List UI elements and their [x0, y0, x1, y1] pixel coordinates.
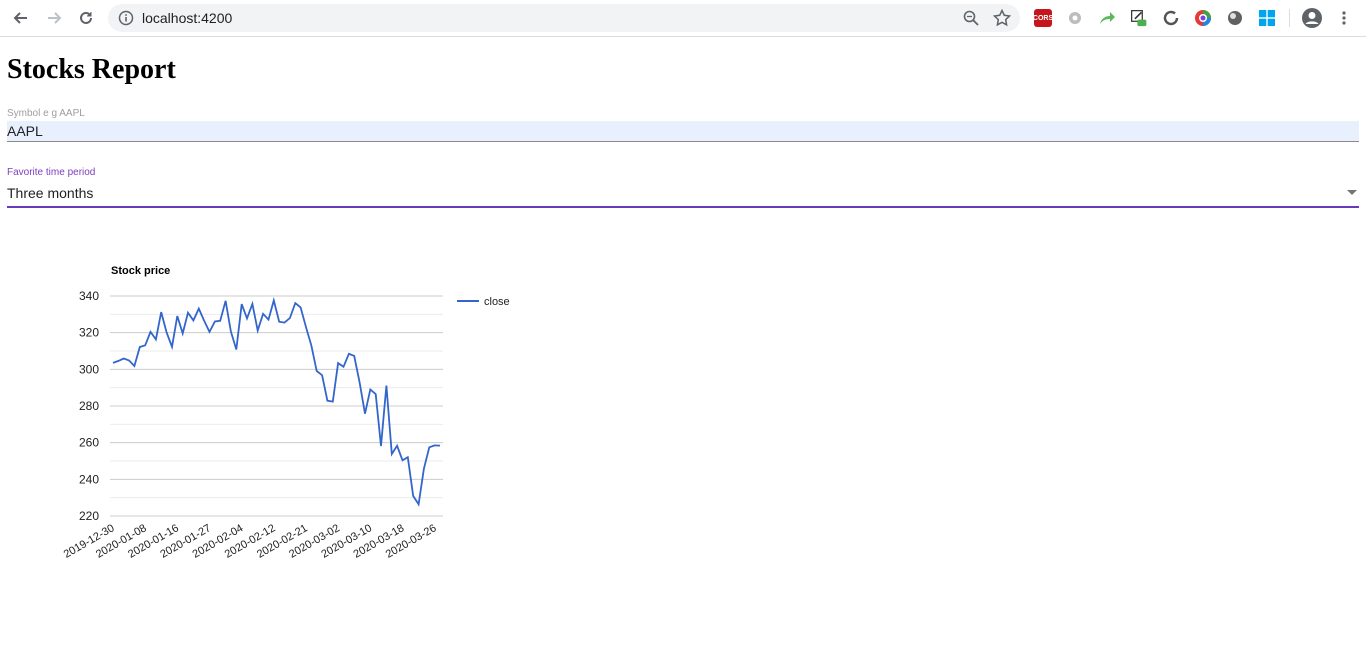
page-title: Stocks Report: [7, 54, 176, 85]
stock-price-chart: Stock price 220240260280300320340 2019-1…: [62, 265, 510, 561]
edit-pencil-icon: [1131, 10, 1147, 27]
forward-button[interactable]: [42, 6, 66, 30]
chart-title: Stock price: [111, 265, 170, 277]
profile-avatar-icon: [1302, 8, 1322, 28]
grey-gear-icon: [1069, 12, 1081, 24]
legend: close: [457, 296, 510, 308]
time-period-select[interactable]: Three months: [7, 183, 1359, 208]
refresh-circle-icon: [1163, 10, 1179, 26]
refresh-extension-icon[interactable]: [1162, 9, 1180, 27]
series-line-close: [112, 296, 441, 507]
y-tick-label: 320: [79, 326, 99, 340]
zoom-icon[interactable]: [962, 9, 980, 27]
url-text[interactable]: localhost:4200: [142, 10, 232, 26]
more-vertical-icon: [1342, 11, 1346, 25]
profile-button[interactable]: [1300, 6, 1324, 30]
y-tick-label: 300: [79, 362, 99, 376]
color-wheel-icon: [1195, 10, 1211, 26]
dark-circle-extension-icon[interactable]: [1226, 9, 1244, 27]
windows-logo-icon: [1259, 10, 1275, 26]
y-tick-label: 220: [79, 509, 99, 523]
forward-arrow-icon: [48, 12, 62, 24]
y-tick-label: 260: [79, 436, 99, 450]
period-selected-value: Three months: [7, 185, 94, 201]
cors-extension-icon[interactable]: CORS: [1032, 9, 1054, 27]
color-picker-extension-icon[interactable]: [1194, 9, 1212, 27]
y-tick-label: 240: [79, 472, 99, 486]
info-icon[interactable]: [118, 10, 134, 26]
symbol-input[interactable]: [7, 121, 1359, 142]
dark-circle-icon: [1228, 11, 1242, 25]
windows-extension-icon[interactable]: [1258, 9, 1276, 27]
reload-icon: [80, 11, 92, 24]
y-tick-label: 280: [79, 399, 99, 413]
back-arrow-icon: [13, 12, 27, 24]
edit-extension-icon[interactable]: [1130, 9, 1148, 27]
reload-button[interactable]: [74, 6, 98, 30]
period-label: Favorite time period: [7, 167, 96, 178]
address-bar[interactable]: localhost:4200: [108, 4, 1020, 32]
menu-button[interactable]: [1332, 6, 1356, 30]
back-button[interactable]: [9, 6, 33, 30]
symbol-form-field: Symbol e g AAPL: [7, 108, 1359, 142]
toolbar-separator: [1289, 9, 1290, 27]
chevron-down-icon[interactable]: [1347, 190, 1357, 195]
legend-label-close: close: [484, 296, 510, 308]
bookmark-star-icon[interactable]: [992, 8, 1012, 28]
period-form-field: Favorite time period Three months: [7, 167, 1359, 208]
share-arrow-extension-icon[interactable]: [1098, 9, 1116, 27]
symbol-label: Symbol e g AAPL: [7, 108, 85, 119]
browser-toolbar: localhost:4200 CORS: [0, 0, 1366, 37]
grey-extension-icon[interactable]: [1066, 9, 1084, 27]
y-tick-label: 340: [79, 289, 99, 303]
share-arrow-icon: [1100, 12, 1115, 24]
cors-extension-label: CORS: [1032, 14, 1054, 22]
